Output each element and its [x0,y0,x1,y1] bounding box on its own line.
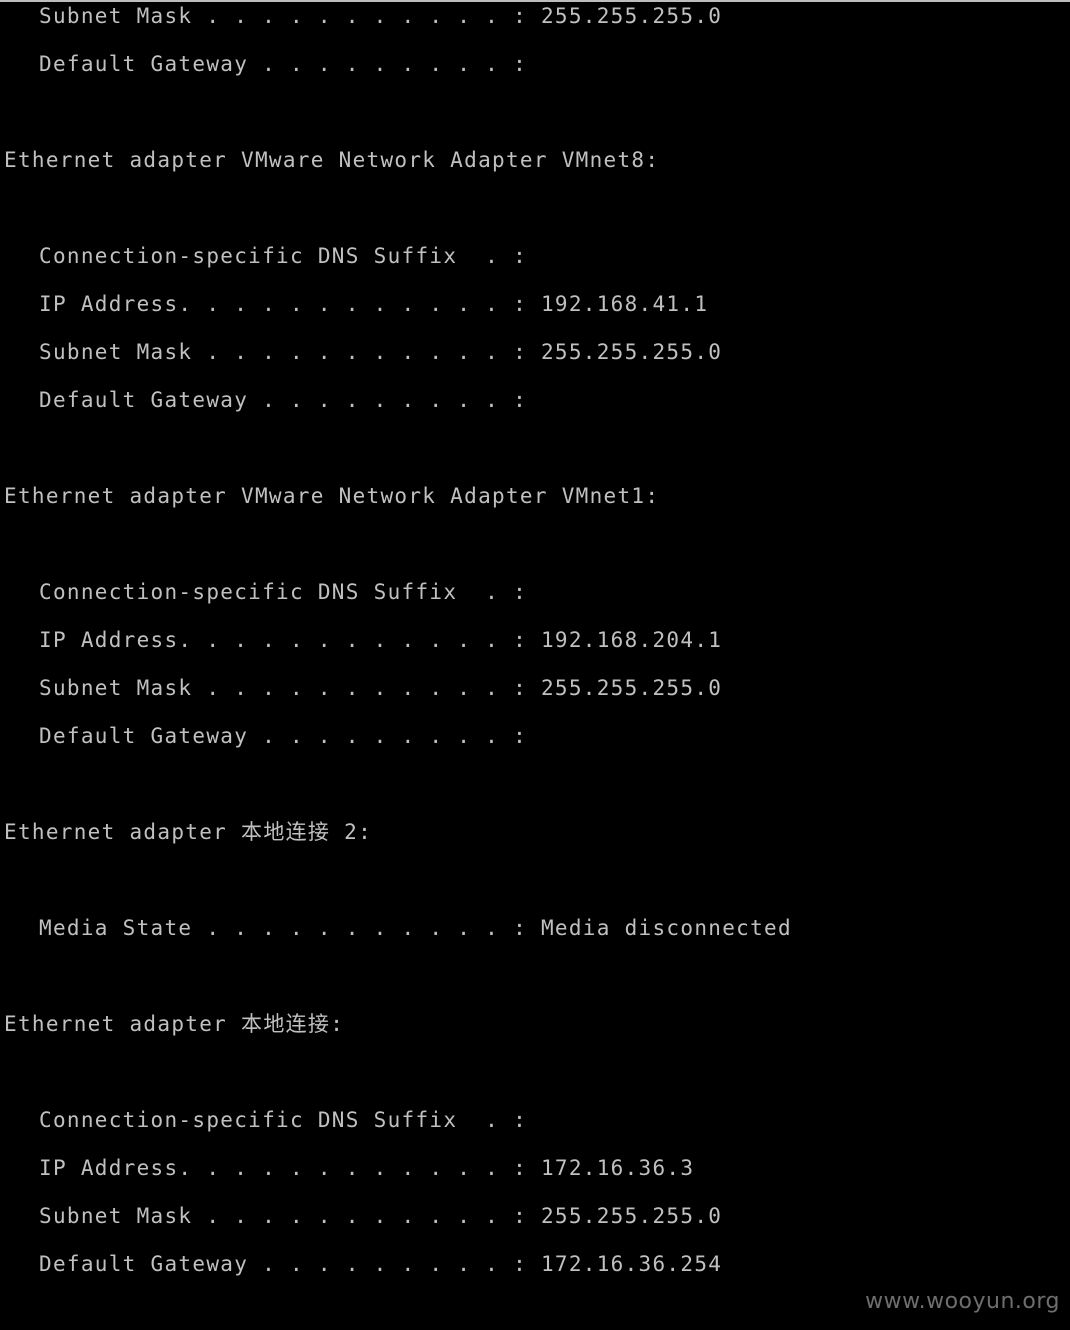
console-line: Subnet Mask . . . . . . . . . . . : 255.… [39,1204,723,1228]
console-output: Subnet Mask . . . . . . . . . . . : 255.… [0,2,1070,1330]
console-line: Default Gateway . . . . . . . . . : [39,52,528,76]
console-line: Default Gateway . . . . . . . . . : [39,724,528,748]
adapter-header: Ethernet adapter 本地连接 2: [4,820,373,844]
watermark: www.wooyun.org [865,1289,1060,1314]
console-line: IP Address. . . . . . . . . . . . : 192.… [39,628,723,652]
console-line: Connection-specific DNS Suffix . : [39,1108,528,1132]
console-line: IP Address. . . . . . . . . . . . : 172.… [39,1156,695,1180]
console-line: IP Address. . . . . . . . . . . . : 192.… [39,292,709,316]
console-line: Connection-specific DNS Suffix . : [39,580,528,604]
adapter-header: Ethernet adapter VMware Network Adapter … [4,148,660,172]
console-line: Subnet Mask . . . . . . . . . . . : 255.… [39,340,723,364]
adapter-header: Ethernet adapter VMware Network Adapter … [4,484,660,508]
console-line: Subnet Mask . . . . . . . . . . . : 255.… [39,4,723,28]
console-line: Subnet Mask . . . . . . . . . . . : 255.… [39,676,723,700]
adapter-header: Ethernet adapter 本地连接: [4,1012,345,1036]
console-line: Default Gateway . . . . . . . . . : [39,388,528,412]
console-line: Media State . . . . . . . . . . . : Medi… [39,916,792,940]
console-line: Connection-specific DNS Suffix . : [39,244,528,268]
console-line: Default Gateway . . . . . . . . . : 172.… [39,1252,723,1276]
